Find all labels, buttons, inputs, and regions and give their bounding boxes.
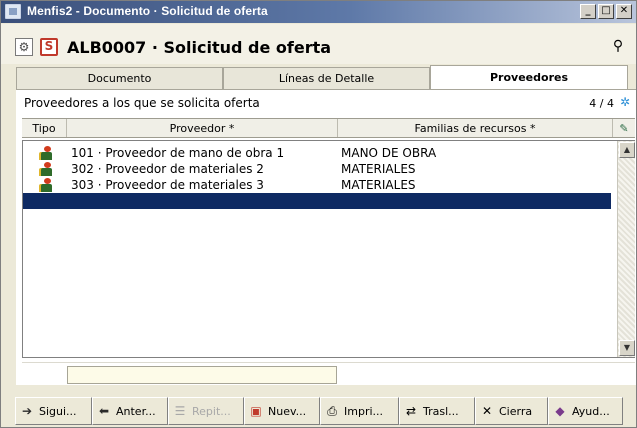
column-header-proveedor[interactable]: Proveedor *	[67, 119, 338, 137]
repetir-button: ☰ Repit...	[168, 397, 244, 425]
inline-edit-row	[22, 362, 635, 384]
help-book-icon: ◆	[555, 404, 565, 418]
column-header-tipo[interactable]: Tipo	[22, 119, 67, 137]
list-item-proveedor: 302 · Proveedor de materiales 2	[71, 162, 264, 176]
close-x-icon: ✕	[481, 404, 493, 418]
supplier-person-icon	[39, 178, 53, 192]
window-title: Menfis2 - Documento · Solicitud de ofert…	[27, 4, 268, 18]
transfer-icon: ⇄	[405, 404, 417, 418]
list-item-type-cell	[23, 162, 68, 176]
binoculars-search-icon[interactable]: ⚲	[608, 38, 628, 54]
minimize-button[interactable]: _	[580, 4, 596, 19]
cierra-button[interactable]: ✕ Cierra	[475, 397, 548, 425]
app-window-icon	[5, 4, 21, 19]
maximize-button[interactable]: □	[598, 4, 614, 19]
imprimir-label: Impri...	[344, 404, 384, 418]
ayuda-button[interactable]: ◆ Ayud...	[548, 397, 623, 425]
list-item-proveedor: 303 · Proveedor de materiales 3	[71, 178, 264, 192]
vertical-scrollbar[interactable]: ▲ ▼	[617, 141, 635, 357]
refresh-icon[interactable]: ✲	[620, 95, 630, 109]
repetir-label: Repit...	[192, 404, 231, 418]
new-document-icon: ▣	[250, 404, 262, 418]
tab-proveedores[interactable]: Proveedores	[430, 65, 628, 89]
tab-lineas-de-detalle[interactable]: Líneas de Detalle	[223, 67, 430, 89]
nuevo-label: Nuev...	[268, 404, 307, 418]
panel-heading: Proveedores a los que se solicita oferta	[24, 96, 260, 110]
list-rows: 101 · Proveedor de mano de obra 1 MANO D…	[23, 145, 611, 209]
tab-bar: Documento Líneas de Detalle Proveedores	[16, 65, 636, 89]
list-item[interactable]: 101 · Proveedor de mano de obra 1 MANO D…	[23, 145, 611, 161]
record-count: 4 / 4	[589, 97, 614, 110]
list-item-familia: MATERIALES	[341, 162, 416, 176]
list-item-familia: MANO DE OBRA	[341, 146, 437, 160]
supplier-person-icon	[39, 162, 53, 176]
siguiente-button[interactable]: ➔ Sigui...	[15, 397, 92, 425]
scroll-down-button[interactable]: ▼	[619, 340, 635, 356]
list-item-familia: MATERIALES	[341, 178, 416, 192]
proveedores-panel: Proveedores a los que se solicita oferta…	[16, 89, 636, 385]
trasladar-button[interactable]: ⇄ Trasl...	[399, 397, 475, 425]
cierra-label: Cierra	[499, 404, 533, 418]
siguiente-label: Sigui...	[39, 404, 77, 418]
status-badge: S	[40, 38, 58, 56]
column-header-familias[interactable]: Familias de recursos *	[338, 119, 613, 137]
title-bar[interactable]: Menfis2 - Documento · Solicitud de ofert…	[1, 1, 636, 23]
tab-documento[interactable]: Documento	[16, 67, 223, 89]
arrow-right-icon: ➔	[21, 404, 33, 418]
repeat-list-icon: ☰	[174, 404, 186, 418]
close-window-button[interactable]: ✕	[616, 4, 632, 19]
proveedor-edit-input[interactable]	[67, 366, 337, 384]
trasladar-label: Trasl...	[423, 404, 459, 418]
document-title: ALB0007 · Solicitud de oferta	[67, 38, 332, 57]
application-window: Menfis2 - Documento · Solicitud de ofert…	[0, 0, 637, 428]
proveedores-list[interactable]: 101 · Proveedor de mano de obra 1 MANO D…	[22, 140, 635, 358]
anterior-label: Anter...	[116, 404, 156, 418]
printer-icon: ⎙	[327, 403, 337, 418]
bottom-toolbar: ➔ Sigui... ⬅ Anter... ☰ Repit... ▣ Nuev.…	[15, 397, 633, 425]
scroll-up-button[interactable]: ▲	[619, 142, 635, 158]
list-item-new-selected[interactable]	[23, 193, 611, 209]
column-header-row: Tipo Proveedor * Familias de recursos * …	[22, 118, 635, 138]
imprimir-button[interactable]: ⎙ Impri...	[320, 397, 399, 425]
nuevo-button[interactable]: ▣ Nuev...	[244, 397, 320, 425]
document-header: ⚙ S ALB0007 · Solicitud de oferta ⚲	[1, 24, 636, 64]
list-item-type-cell	[23, 178, 68, 192]
window-controls: _ □ ✕	[580, 4, 632, 19]
list-item-type-cell	[23, 146, 68, 160]
arrow-left-icon: ⬅	[98, 404, 110, 418]
ayuda-label: Ayud...	[572, 404, 610, 418]
anterior-button[interactable]: ⬅ Anter...	[92, 397, 168, 425]
document-settings-icon[interactable]: ⚙	[15, 38, 33, 56]
supplier-person-icon	[39, 146, 53, 160]
list-item-proveedor: 101 · Proveedor de mano de obra 1	[71, 146, 285, 160]
list-item[interactable]: 302 · Proveedor de materiales 2 MATERIAL…	[23, 161, 611, 177]
column-options-icon[interactable]: ✎	[613, 119, 635, 137]
list-item[interactable]: 303 · Proveedor de materiales 3 MATERIAL…	[23, 177, 611, 193]
